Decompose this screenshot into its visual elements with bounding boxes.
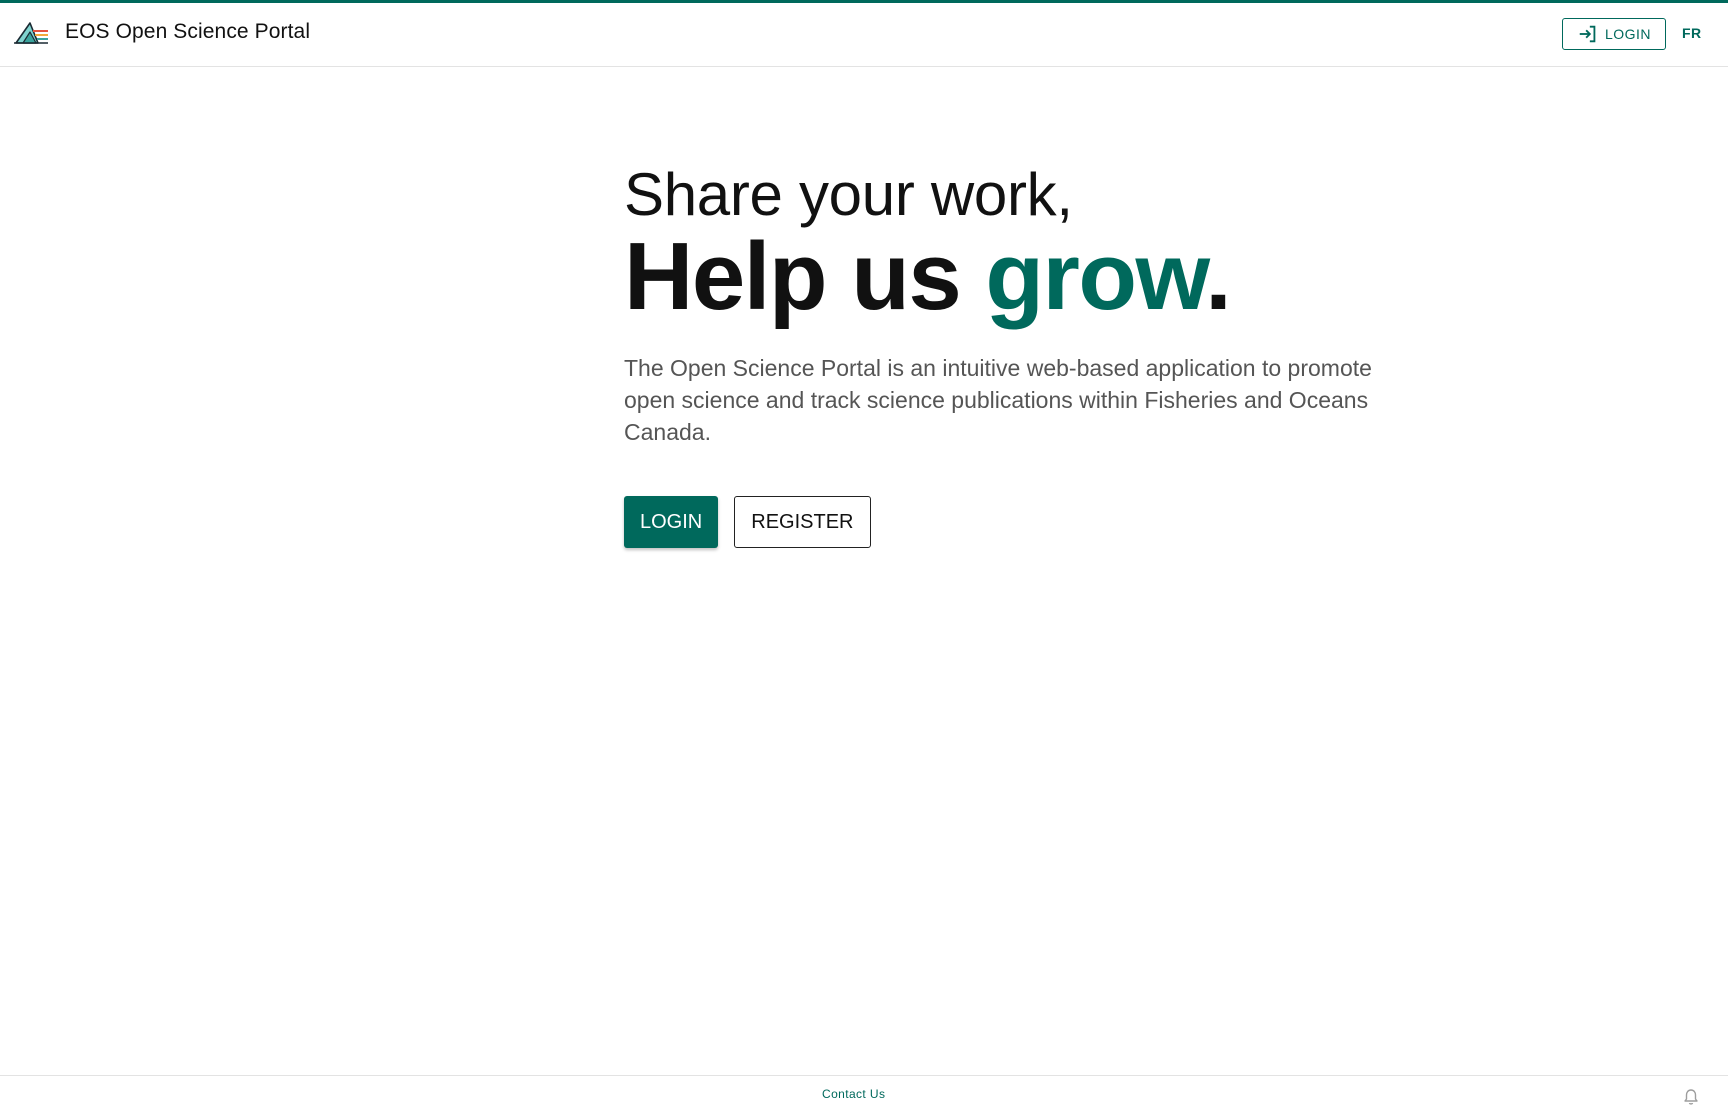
contact-us-link[interactable]: Contact Us [822, 1087, 885, 1101]
brand[interactable]: EOS Open Science Portal [14, 19, 310, 45]
header-login-label: LOGIN [1604, 26, 1652, 42]
page: EOS Open Science Portal LOGIN FR Share y… [0, 0, 1728, 1117]
language-toggle-button[interactable]: FR [1682, 25, 1702, 41]
top-app-bar: EOS Open Science Portal LOGIN FR [0, 3, 1728, 67]
hero-headline-prefix: Help us [624, 223, 986, 330]
register-button[interactable]: REGISTER [734, 496, 871, 548]
eos-portal-logo-icon [14, 22, 48, 44]
login-arrow-icon [1579, 25, 1596, 43]
hero-description: The Open Science Portal is an intuitive … [624, 355, 1372, 445]
hero-actions: LOGIN REGISTER [624, 496, 1424, 548]
hero-headline-accent: grow [985, 223, 1206, 330]
header-login-button[interactable]: LOGIN [1562, 18, 1666, 50]
hero-headline-suffix: . [1205, 223, 1232, 330]
login-button[interactable]: LOGIN [624, 496, 719, 548]
hero-headline-line1: Share your work, [624, 161, 1073, 228]
footer: Contact Us [0, 1075, 1728, 1117]
hero-headline-line2: Help us grow. [624, 229, 1424, 325]
app-title: EOS Open Science Portal [65, 20, 311, 43]
hero-section: Share your work, Help us grow. The Open … [624, 159, 1424, 548]
bell-icon[interactable] [1683, 1088, 1699, 1106]
